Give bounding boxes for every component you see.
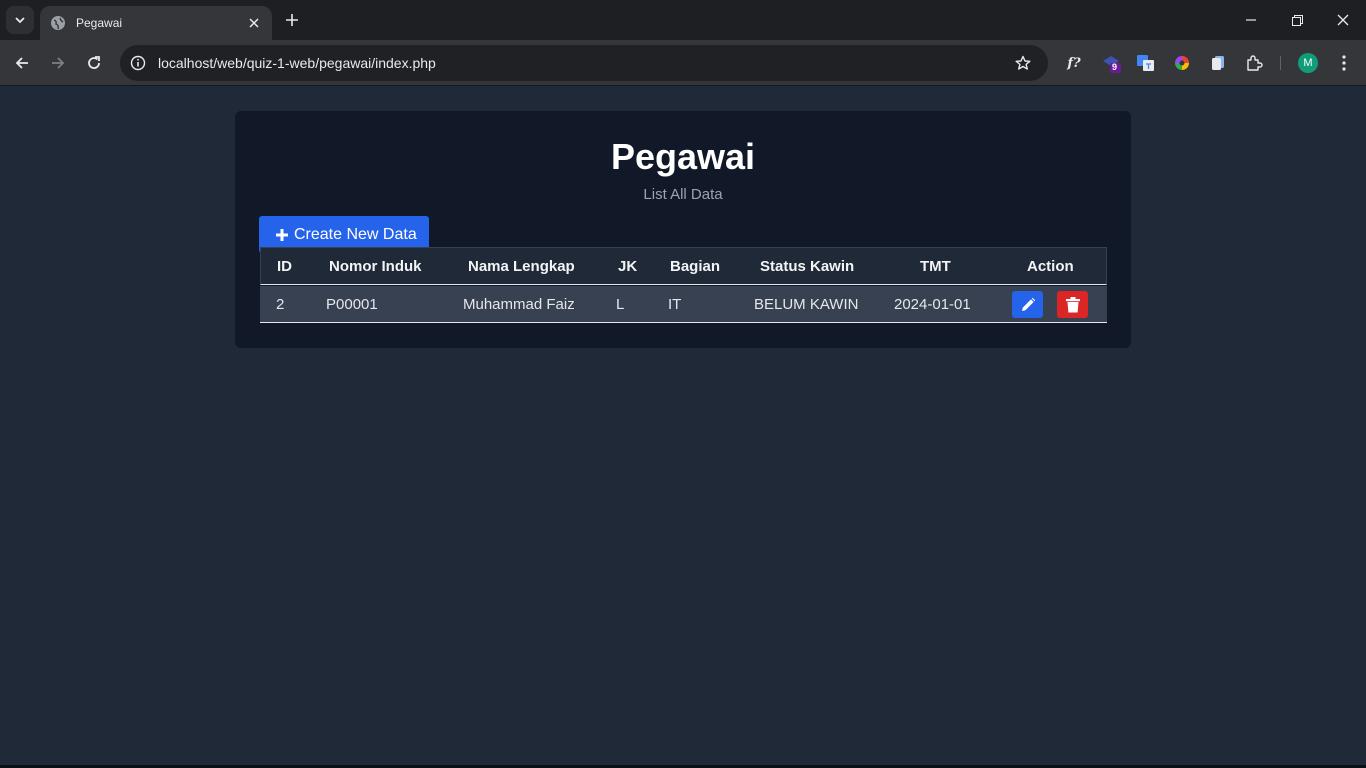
cell-jk: L	[616, 296, 625, 313]
info-icon[interactable]	[128, 53, 148, 73]
font-extension-icon[interactable]: f?	[1063, 52, 1085, 74]
browser-tab-bar: Pegawai	[0, 0, 1366, 40]
chevron-down-icon	[15, 17, 25, 24]
cell-status-kawin: BELUM KAWIN	[754, 296, 859, 313]
pencil-icon	[1021, 297, 1035, 311]
cell-bagian: IT	[668, 296, 682, 313]
url-text[interactable]: localhost/web/quiz-1-web/pegawai/index.p…	[158, 55, 1012, 71]
tab-search-button[interactable]	[6, 6, 34, 34]
cell-nama-lengkap: Muhammad Faiz	[463, 296, 575, 313]
column-header-nama-lengkap: Nama Lengkap	[468, 258, 575, 275]
close-icon	[1337, 14, 1349, 26]
profile-avatar[interactable]: M	[1298, 53, 1318, 73]
forward-button[interactable]	[44, 49, 72, 77]
reload-button[interactable]	[80, 49, 108, 77]
clipboard-extension-icon[interactable]	[1207, 52, 1229, 74]
google-translate-icon[interactable]	[1135, 52, 1157, 74]
edit-button[interactable]	[1012, 291, 1043, 318]
delete-button[interactable]	[1057, 291, 1088, 318]
address-bar[interactable]: localhost/web/quiz-1-web/pegawai/index.p…	[120, 45, 1048, 81]
column-header-tmt: TMT	[920, 258, 951, 275]
column-header-id: ID	[277, 258, 292, 275]
column-header-nomor-induk: Nomor Induk	[329, 258, 422, 275]
cell-id: 2	[276, 296, 285, 313]
more-options-icon[interactable]	[1334, 52, 1354, 74]
puzzle-icon[interactable]	[1243, 52, 1265, 74]
globe-icon	[50, 15, 66, 31]
new-tab-button[interactable]	[281, 9, 303, 31]
column-header-status-kawin: Status Kawin	[760, 258, 855, 275]
minimize-button[interactable]	[1229, 6, 1273, 34]
trash-icon	[1065, 296, 1080, 312]
restore-icon	[1291, 14, 1303, 26]
page-subtitle: List All Data	[643, 186, 723, 203]
column-header-jk: JK	[618, 258, 638, 275]
plus-icon	[275, 228, 289, 242]
browser-toolbar: localhost/web/quiz-1-web/pegawai/index.p…	[0, 40, 1366, 86]
column-header-bagian: Bagian	[670, 258, 721, 275]
arrow-right-icon	[52, 57, 65, 69]
browser-tab[interactable]: Pegawai	[40, 6, 272, 40]
column-header-action: Action	[1027, 258, 1074, 275]
page-title: Pegawai	[610, 136, 756, 177]
cell-nomor-induk: P00001	[326, 296, 378, 313]
extension-badge-icon[interactable]: 9	[1101, 52, 1123, 74]
plus-icon	[286, 14, 298, 26]
tab-close-icon[interactable]	[246, 15, 262, 31]
table-header-row: ID Nomor Induk Nama Lengkap JK Bagian St…	[260, 247, 1107, 285]
back-button[interactable]	[8, 49, 36, 77]
reload-icon	[88, 56, 100, 69]
tab-title: Pegawai	[76, 16, 123, 30]
table-row: 2 P00001 Muhammad Faiz L IT BELUM KAWIN …	[260, 286, 1107, 323]
color-wheel-extension-icon[interactable]	[1171, 52, 1193, 74]
close-window-button[interactable]	[1321, 6, 1365, 34]
restore-button[interactable]	[1275, 6, 1319, 34]
cell-tmt: 2024-01-01	[894, 296, 971, 313]
extension-badge-count: 9	[1112, 62, 1118, 72]
create-button-label: Create New Data	[294, 225, 417, 243]
toolbar-divider	[1280, 56, 1281, 70]
arrow-left-icon	[15, 57, 28, 69]
bookmark-star-icon[interactable]	[1012, 52, 1034, 74]
minimize-icon	[1246, 19, 1256, 21]
